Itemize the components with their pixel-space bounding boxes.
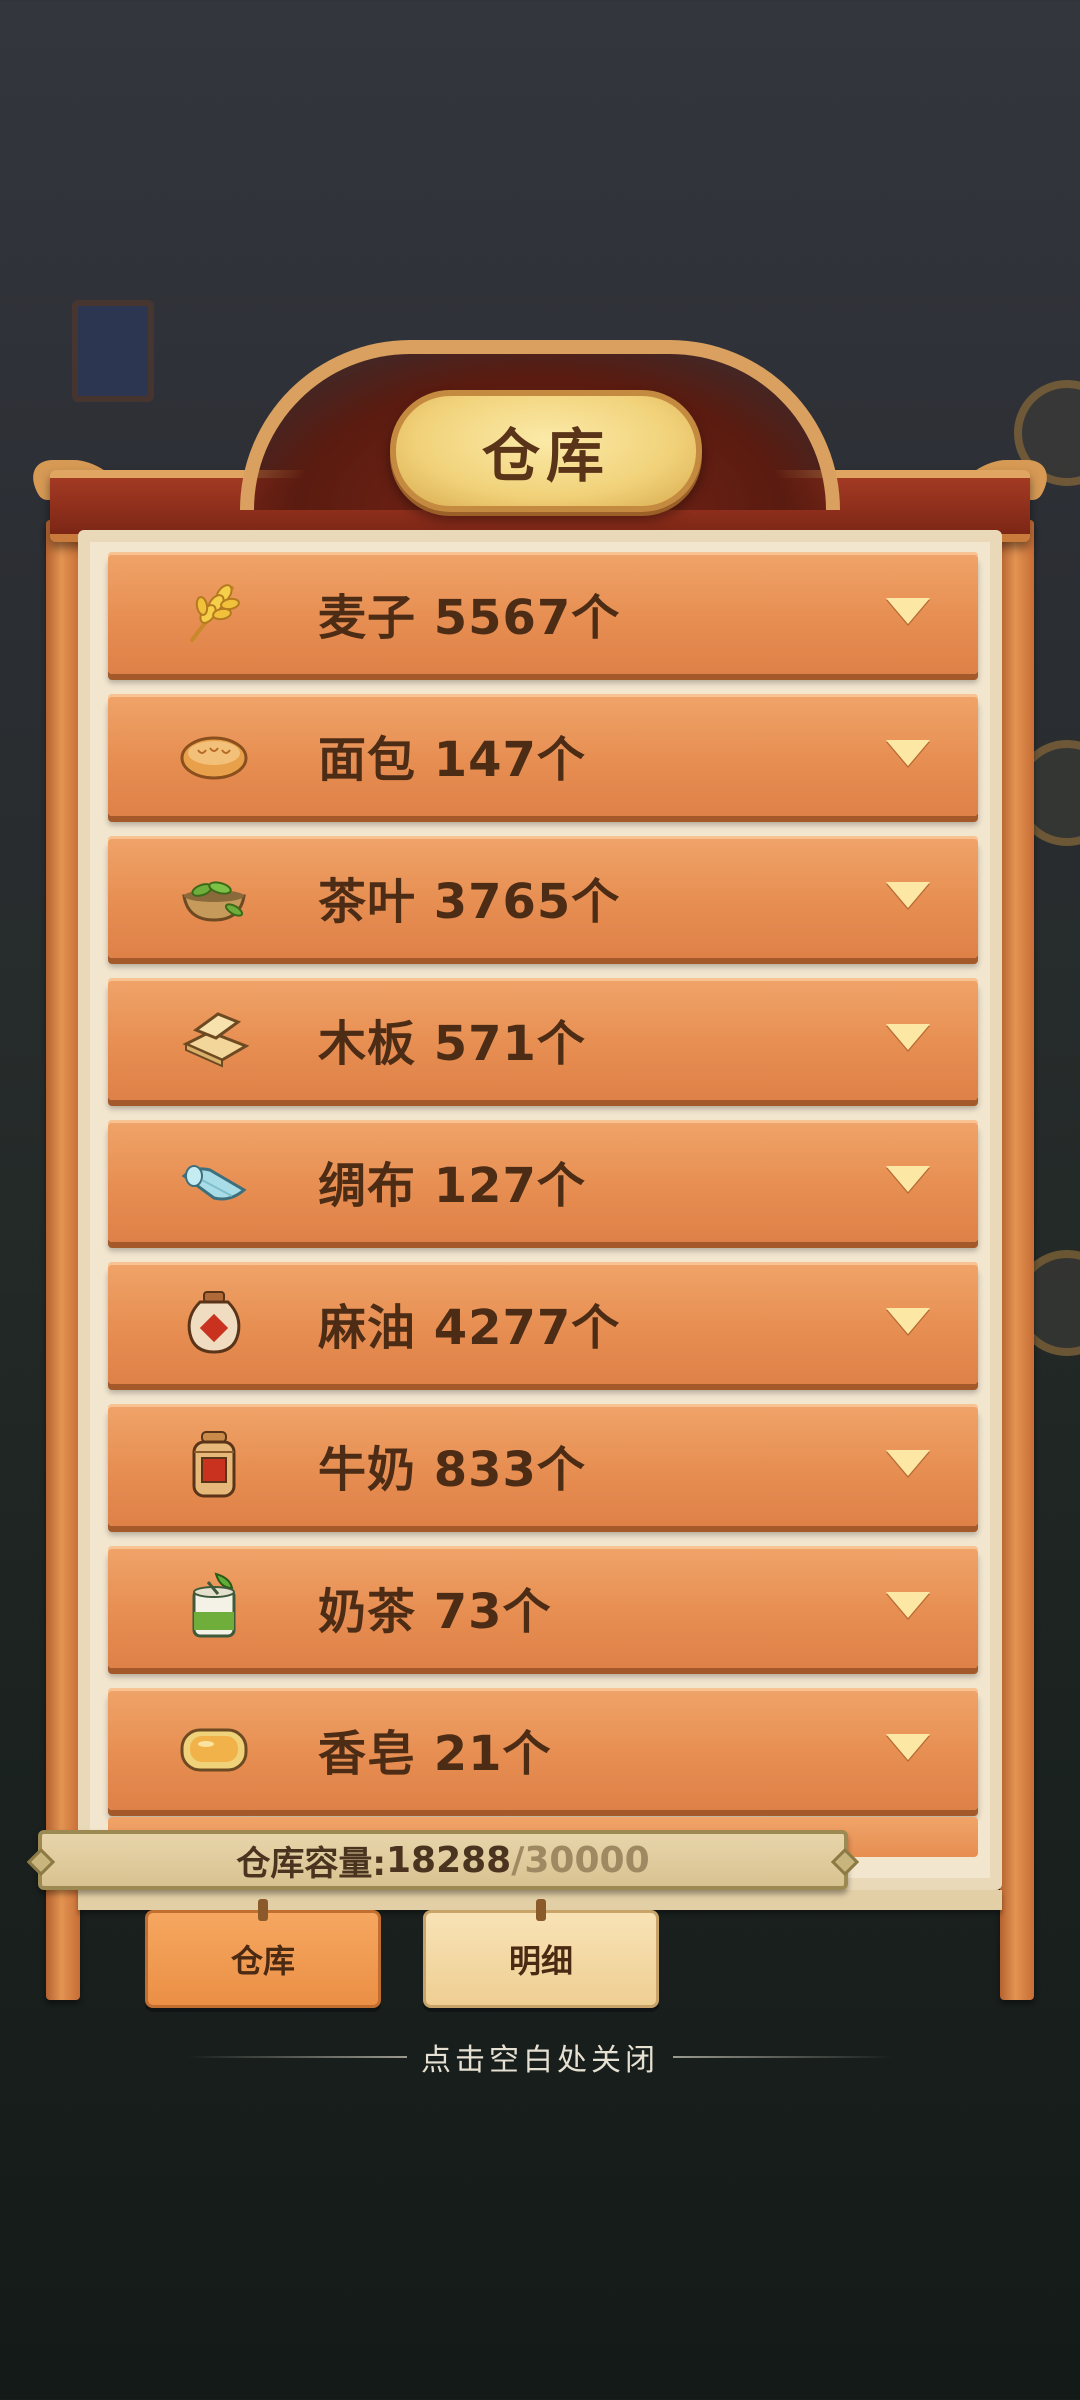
close-hint[interactable]: 点击空白处关闭	[0, 2035, 1080, 2079]
item-label: 香皂 21个	[318, 1726, 552, 1782]
tea-leaves-icon	[182, 881, 246, 922]
list-item-sesame-oil[interactable]: 麻油 4277个	[108, 1262, 978, 1384]
item-label: 面包 147个	[318, 732, 586, 788]
tab-warehouse[interactable]: 仓库	[145, 1899, 381, 2008]
item-label: 茶叶 3765个	[318, 874, 621, 930]
sesame-oil-jar-icon	[187, 1291, 241, 1354]
capacity-total: 30000	[524, 1839, 650, 1881]
capacity-label: 仓库容量:	[236, 1843, 386, 1884]
divider-line	[187, 2056, 407, 2058]
chevron-down-icon[interactable]	[886, 1166, 930, 1192]
list-item-milk-tea[interactable]: 奶茶 73个	[108, 1546, 978, 1668]
bread-icon	[180, 736, 248, 780]
item-label: 牛奶 833个	[318, 1442, 586, 1498]
chevron-down-icon[interactable]	[886, 598, 930, 624]
frame-post-right	[1000, 520, 1034, 2000]
list-item-wheat[interactable]: 麦子 5567个	[108, 552, 978, 674]
list-item-soap[interactable]: 香皂 21个	[108, 1688, 978, 1810]
list-item-silk[interactable]: 绸布 127个	[108, 1120, 978, 1242]
divider-line	[673, 2056, 893, 2058]
chevron-down-icon[interactable]	[886, 1592, 930, 1618]
milk-tea-icon	[192, 1572, 236, 1638]
item-label: 奶茶 73个	[318, 1584, 552, 1640]
item-label: 绸布 127个	[318, 1158, 586, 1214]
item-label: 木板 571个	[318, 1016, 586, 1072]
tab-details[interactable]: 明细	[423, 1899, 659, 2008]
item-list-board: 麦子 5567个 面包 147个 茶叶 3765个 木板 571个 绸布 127…	[78, 530, 1002, 1890]
item-list: 麦子 5567个 面包 147个 茶叶 3765个 木板 571个 绸布 127…	[108, 552, 978, 1830]
soap-icon	[180, 1728, 248, 1772]
page-title: 仓库	[481, 422, 610, 490]
chevron-down-icon[interactable]	[886, 1450, 930, 1476]
wood-planks-icon	[182, 1012, 250, 1068]
capacity-used: 18288	[385, 1839, 512, 1881]
capacity-separator: /	[511, 1839, 525, 1881]
close-hint-text: 点击空白处关闭	[421, 2043, 659, 2078]
list-item-planks[interactable]: 木板 571个	[108, 978, 978, 1100]
chevron-down-icon[interactable]	[886, 1734, 930, 1760]
chevron-down-icon[interactable]	[886, 1308, 930, 1334]
capacity-bar: 仓库容量: 18288 / 30000	[38, 1830, 848, 1890]
warehouse-panel: 仓库 麦子 5567个 面包 147个 茶叶 3765个 木板 571个 绸布 …	[18, 340, 1062, 2008]
frame-post-left	[46, 520, 80, 2000]
milk-jar-icon	[192, 1431, 236, 1498]
title-plaque: 仓库	[390, 390, 702, 512]
chevron-down-icon[interactable]	[886, 740, 930, 766]
list-item-milk[interactable]: 牛奶 833个	[108, 1404, 978, 1526]
wheat-icon	[190, 584, 240, 642]
list-item-bread[interactable]: 面包 147个	[108, 694, 978, 816]
chevron-down-icon[interactable]	[886, 1024, 930, 1050]
item-label: 麦子 5567个	[318, 590, 621, 646]
silk-cloth-icon	[181, 1165, 247, 1201]
list-item-tea[interactable]: 茶叶 3765个	[108, 836, 978, 958]
item-label: 麻油 4277个	[318, 1300, 621, 1356]
chevron-down-icon[interactable]	[886, 882, 930, 908]
